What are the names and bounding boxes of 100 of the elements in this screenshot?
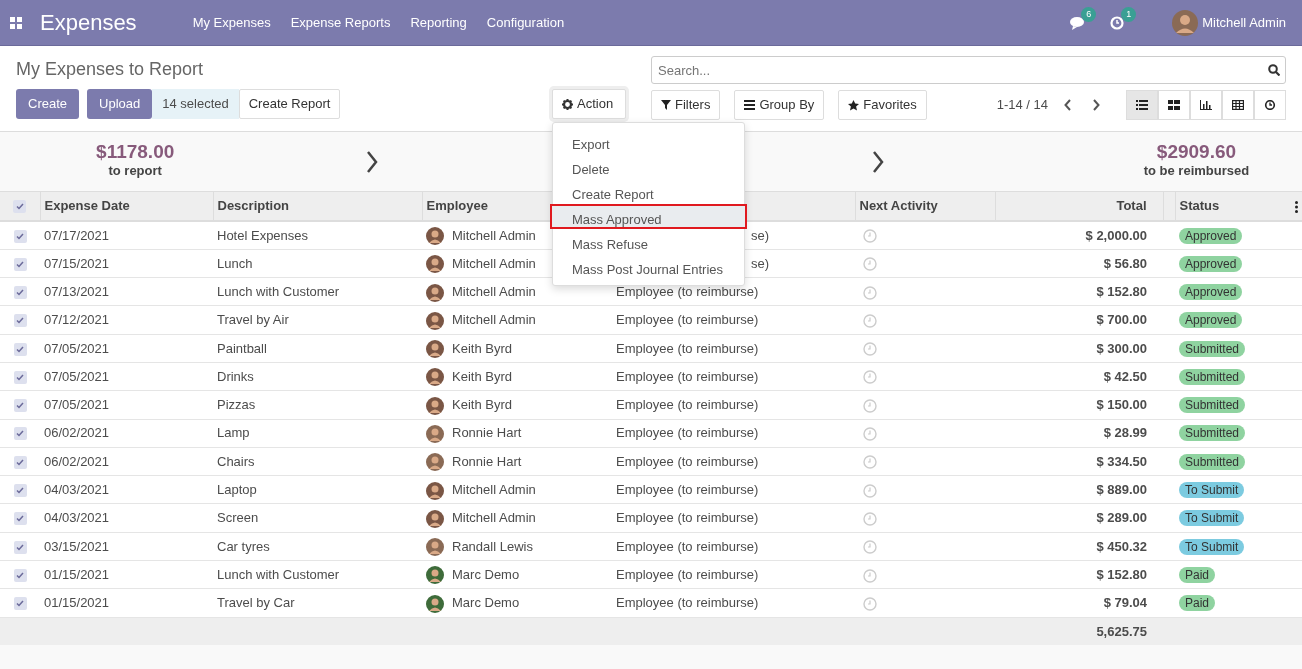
table-cell: 07/05/2021 — [44, 368, 110, 384]
more-options-icon[interactable] — [1294, 201, 1298, 213]
avatar — [426, 311, 444, 330]
grid-view-icon — [1168, 100, 1180, 110]
checkbox[interactable] — [13, 455, 27, 469]
view-button[interactable] — [1190, 90, 1222, 120]
status-tag: Submitted — [1179, 453, 1246, 470]
table-cell: Lunch with Customer — [217, 284, 340, 299]
avatar — [426, 481, 444, 500]
user-name[interactable]: Mitchell Admin — [1202, 12, 1286, 33]
filters-button[interactable]: Filters — [651, 90, 721, 120]
table-cell: $ 889.00 — [1096, 482, 1147, 498]
table-view-icon — [1232, 100, 1244, 110]
column-header[interactable]: Total — [1116, 198, 1147, 214]
checkbox[interactable] — [13, 229, 27, 243]
menu-link[interactable]: Configuration — [476, 12, 575, 33]
table-cell: Lamp — [217, 425, 250, 441]
menu-link[interactable]: My Expenses — [182, 12, 281, 33]
table-cell: Employee (to reimburse) — [616, 368, 759, 384]
table-cell: 01/15/2021 — [44, 595, 110, 611]
selection-count: 14 selected — [152, 89, 239, 119]
table-cell: $ 152.80 — [1096, 566, 1147, 582]
avatar — [426, 425, 444, 443]
view-button[interactable] — [1158, 90, 1190, 120]
primary-button[interactable]: Create — [16, 89, 80, 119]
group-by-button[interactable]: Group By — [734, 90, 825, 120]
table-cell: Employee (to reimburse) — [616, 595, 759, 611]
previous-icon[interactable] — [1064, 99, 1072, 111]
star-icon — [848, 99, 860, 111]
checkbox[interactable] — [13, 200, 27, 214]
status-tag: Approved — [1179, 227, 1243, 244]
view-button[interactable] — [1254, 90, 1286, 120]
table-cell: 04/03/2021 — [44, 482, 110, 498]
table-cell: Hotel Expenses — [217, 227, 309, 243]
status-tag: Approved — [1179, 284, 1243, 300]
employee-name: Mitchell Admin — [452, 255, 536, 271]
checkbox[interactable] — [13, 370, 27, 384]
status-tag: Submitted — [1179, 397, 1246, 414]
table-cell: Chairs — [217, 453, 255, 469]
menu-item[interactable]: Mass Refuse — [550, 229, 747, 254]
table-cell: Lunch — [217, 255, 253, 271]
avatar — [426, 538, 444, 557]
table-cell: 07/17/2021 — [44, 227, 110, 243]
status-tag: Approved — [1179, 312, 1243, 329]
menu-link[interactable]: Expense Reports — [280, 12, 401, 33]
checkbox[interactable] — [13, 484, 27, 498]
search-field[interactable]: Search... — [651, 56, 1286, 84]
table-cell: 07/15/2021 — [44, 255, 110, 271]
next-icon[interactable] — [1092, 99, 1100, 111]
checkbox[interactable] — [13, 342, 27, 356]
status-tag: Submitted — [1179, 340, 1246, 357]
column-header[interactable]: Employee — [426, 198, 488, 214]
table-cell: $ 2,000.00 — [1085, 227, 1147, 243]
action-button[interactable]: Action — [552, 89, 626, 119]
view-button[interactable] — [1126, 90, 1158, 120]
checkbox[interactable] — [13, 286, 27, 299]
status-tag: Paid — [1179, 595, 1216, 612]
summary-amount: $1178.00 — [95, 142, 176, 162]
table-cell: Laptop — [217, 482, 257, 498]
chart-view-icon — [1200, 100, 1212, 110]
menu-item[interactable]: Delete — [550, 154, 747, 179]
menu-link[interactable]: Reporting — [400, 12, 477, 33]
checkbox[interactable] — [13, 540, 27, 554]
table-cell: $ 150.00 — [1096, 397, 1147, 413]
checkbox[interactable] — [13, 512, 27, 526]
avatar — [426, 368, 444, 387]
table-cell: Car tyres — [217, 538, 270, 554]
checkbox[interactable] — [13, 399, 27, 413]
table-cell: 01/15/2021 — [44, 566, 110, 582]
checkbox[interactable] — [13, 427, 27, 441]
checkbox[interactable] — [13, 257, 27, 271]
table-cell: Employee (to reimburse) — [616, 284, 759, 299]
search-icon[interactable] — [1268, 64, 1280, 76]
table-cell: $ 289.00 — [1096, 510, 1147, 526]
create-report-button[interactable]: Create Report — [238, 89, 341, 119]
checkbox[interactable] — [13, 597, 27, 611]
table-cell: Employee (to reimburse) — [616, 510, 759, 526]
primary-button[interactable]: Upload — [87, 89, 153, 119]
menu-item[interactable]: Mass Post Journal Entries — [550, 254, 747, 279]
chevron-icon — [366, 150, 379, 173]
menu-item[interactable]: Export — [550, 129, 747, 154]
checkbox[interactable] — [13, 568, 27, 582]
column-header[interactable]: Status — [1179, 198, 1220, 214]
table-cell: Paintball — [217, 340, 267, 356]
menu-item[interactable]: Mass Approved — [550, 204, 747, 229]
chat-icon[interactable] — [1070, 16, 1087, 31]
employee-name: Ronnie Hart — [452, 453, 522, 469]
table-cell: Employee (to reimburse) — [616, 453, 759, 469]
gear-icon — [562, 98, 573, 110]
view-button[interactable] — [1222, 90, 1254, 120]
user-avatar[interactable] — [1172, 9, 1199, 36]
table-cell: Employee (to reimburse) — [616, 397, 759, 413]
checkbox[interactable] — [13, 314, 27, 328]
employee-name: Keith Byrd — [452, 340, 512, 356]
menu-item[interactable]: Create Report — [550, 179, 747, 204]
table-cell: 06/02/2021 — [44, 425, 110, 441]
table-cell: Employee (to reimburse) — [616, 482, 759, 498]
favorites-button[interactable]: Favorites — [838, 90, 927, 120]
apps-menu-icon[interactable] — [10, 16, 22, 29]
column-header[interactable]: Description — [217, 198, 289, 214]
